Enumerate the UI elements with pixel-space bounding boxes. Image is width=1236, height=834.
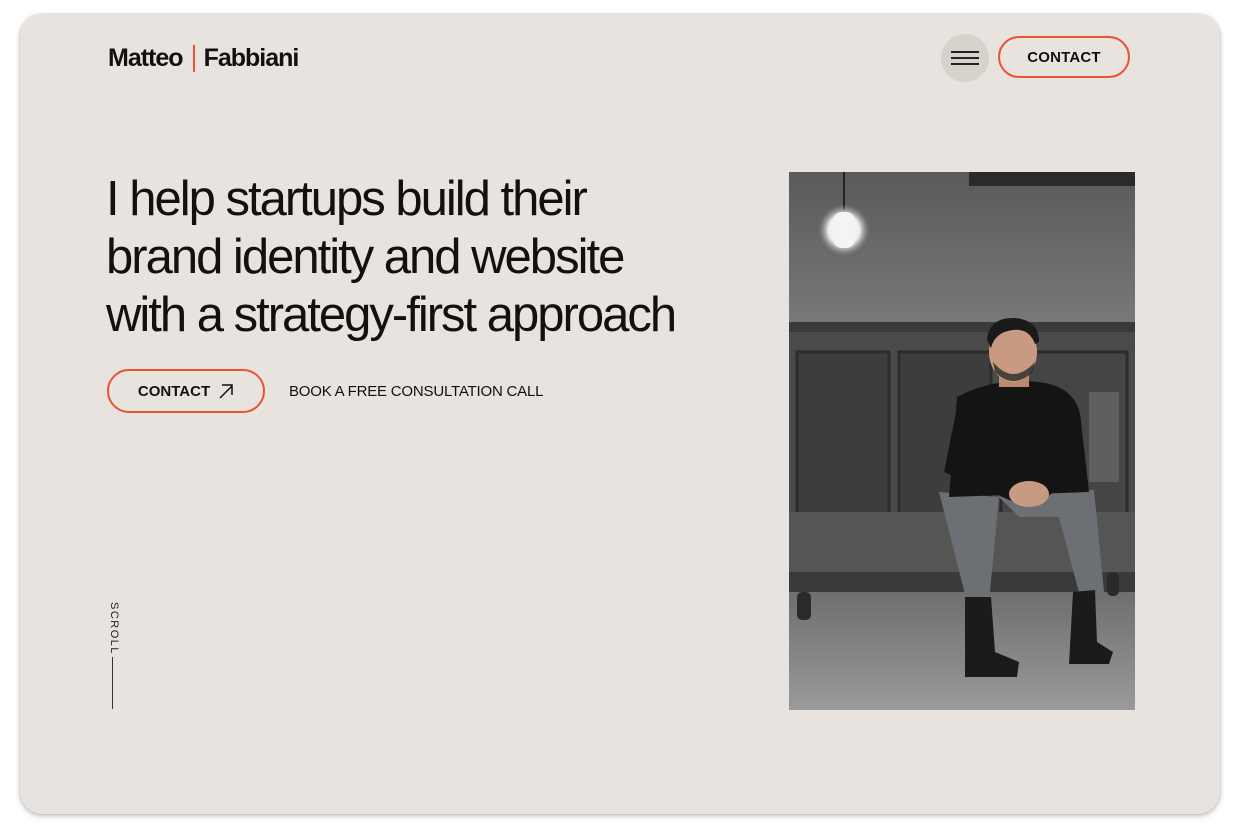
scroll-label: SCROLL <box>108 602 120 656</box>
headline-line-1: I help startups build their <box>106 172 588 226</box>
headline-line-3: with a strategy-first approach <box>106 288 677 342</box>
hero-cta-row: CONTACT BOOK A FREE CONSULTATION CALL <box>107 369 543 413</box>
scroll-indicator-line <box>112 657 113 709</box>
hero-contact-button[interactable]: CONTACT <box>107 369 265 413</box>
page-frame: Matteo Fabbiani CONTACT I help startups … <box>20 14 1220 814</box>
portrait-illustration <box>789 172 1135 710</box>
arrow-up-right-icon <box>219 384 233 399</box>
hero-headline: I help startups build their brand identi… <box>106 170 786 344</box>
book-consultation-link[interactable]: BOOK A FREE CONSULTATION CALL <box>289 383 543 400</box>
hamburger-icon <box>951 51 979 65</box>
menu-button[interactable] <box>941 34 989 82</box>
logo-first-name: Matteo <box>108 43 184 72</box>
header-contact-label: CONTACT <box>1027 48 1101 66</box>
portrait-photo <box>789 172 1135 710</box>
hero-contact-label: CONTACT <box>137 382 211 400</box>
logo-divider <box>192 44 195 72</box>
headline-line-2: brand identity and website <box>106 230 625 284</box>
header-contact-button[interactable]: CONTACT <box>998 36 1130 78</box>
logo-last-name: Fabbiani <box>203 43 300 72</box>
logo[interactable]: Matteo Fabbiani <box>108 42 300 74</box>
